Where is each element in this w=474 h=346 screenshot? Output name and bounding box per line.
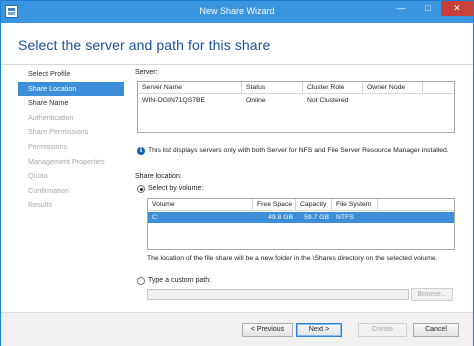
cancel-button[interactable]: Cancel — [413, 323, 459, 337]
cell-status: Online — [246, 97, 266, 104]
share-location-label: Share location: — [135, 173, 182, 180]
custom-path-input[interactable] — [147, 289, 409, 300]
nav-item-results: Results — [28, 200, 52, 210]
title-bar: New Share Wizard — □ ✕ — [1, 1, 473, 23]
page-title: Select the server and path for this shar… — [18, 37, 271, 53]
column-header-server-name[interactable]: Server Name — [138, 82, 242, 94]
cell-server-name: WIN-OGIN71QS7BE — [142, 97, 206, 104]
server-label: Server: — [135, 69, 158, 76]
cell-cluster-role: Not Clustered — [307, 97, 349, 104]
volume-table: Volume Free Space Capacity File System C… — [147, 198, 455, 250]
next-button[interactable]: Next > — [296, 323, 342, 337]
cell-owner-node — [363, 95, 367, 106]
cell-capacity: 59.7 GB — [304, 214, 329, 221]
info-icon: i — [137, 147, 145, 155]
column-header-file-system[interactable]: File System — [332, 199, 378, 211]
cell-volume: C: — [152, 214, 159, 221]
column-header-owner-node[interactable]: Owner Node — [363, 82, 423, 94]
wizard-window: New Share Wizard — □ ✕ Select the server… — [0, 0, 474, 346]
browse-button[interactable]: Browse... — [411, 288, 453, 301]
close-button[interactable]: ✕ — [441, 1, 473, 16]
maximize-button[interactable]: □ — [415, 1, 441, 16]
nav-item-confirmation: Confirmation — [28, 185, 69, 195]
nav-item-select-profile[interactable]: Select Profile — [18, 67, 124, 82]
wizard-header: Select the server and path for this shar… — [1, 23, 473, 65]
minimize-button[interactable]: — — [387, 1, 415, 16]
wizard-steps-nav: Select Profile Share Location Share Name… — [18, 67, 124, 213]
nav-item-quota: Quota — [28, 171, 48, 181]
nav-item-management-properties: Management Properties — [28, 156, 105, 166]
nav-item-share-location[interactable]: Share Location — [18, 81, 124, 97]
custom-path-radio[interactable] — [137, 277, 145, 285]
column-header-free-space[interactable]: Free Space — [253, 199, 296, 211]
server-table-header: Server Name Status Cluster Role Owner No… — [138, 82, 454, 94]
cell-free-space: 49.8 GB — [268, 214, 293, 221]
nav-item-authentication: Authentication — [28, 112, 74, 122]
column-header-volume[interactable]: Volume — [148, 199, 253, 211]
wizard-footer: < Previous Next > Create Cancel — [1, 312, 473, 346]
previous-button[interactable]: < Previous — [242, 323, 293, 337]
custom-path-label[interactable]: Type a custom path: — [148, 277, 211, 284]
column-header-status[interactable]: Status — [242, 82, 303, 94]
select-by-volume-radio[interactable] — [137, 185, 145, 193]
column-header-cluster-role[interactable]: Cluster Role — [303, 82, 363, 94]
table-row[interactable]: C: 49.8 GB 59.7 GB NTFS — [148, 212, 454, 223]
table-row[interactable]: WIN-OGIN71QS7BE Online Not Clustered — [138, 95, 454, 106]
server-table: Server Name Status Cluster Role Owner No… — [137, 81, 455, 133]
nav-item-share-name[interactable]: Share Name — [18, 96, 124, 111]
column-header-capacity[interactable]: Capacity — [296, 199, 332, 211]
cell-file-system: NTFS — [336, 214, 354, 221]
nav-item-permissions: Permissions — [28, 141, 68, 151]
select-by-volume-label[interactable]: Select by volume: — [148, 185, 203, 192]
volume-table-header: Volume Free Space Capacity File System — [148, 199, 454, 211]
nav-item-share-permissions: Share Permissions — [28, 127, 89, 137]
volume-location-note: The location of the file share will be a… — [147, 255, 438, 262]
server-list-info: This list displays servers only with bot… — [148, 147, 449, 154]
create-button: Create — [358, 323, 407, 337]
